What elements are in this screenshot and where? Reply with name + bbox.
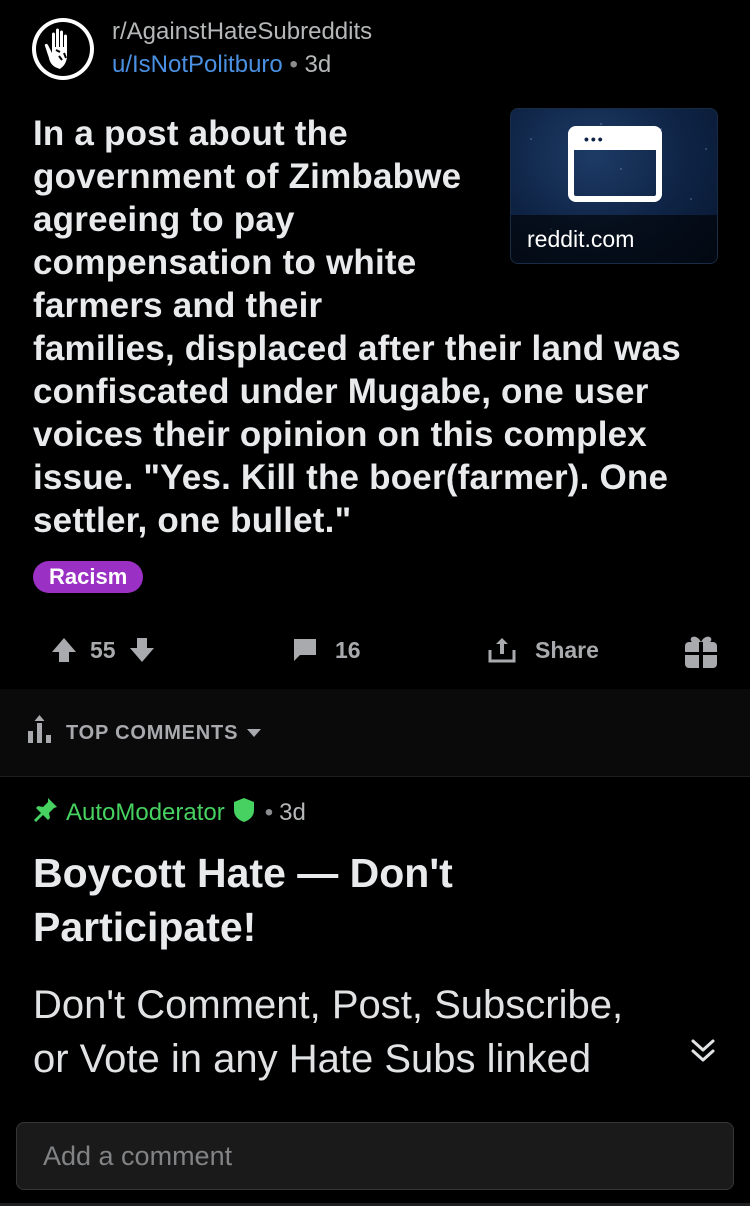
subreddit-name-link[interactable]: r/AgainstHateSubreddits — [112, 18, 372, 46]
post-age: 3d — [304, 51, 332, 78]
comment-heading-line: Participate! — [33, 904, 257, 950]
link-domain: reddit.com — [511, 215, 717, 263]
post-title-line: confiscated under Mugabe, one user — [33, 372, 649, 411]
comment-age: 3d — [279, 799, 306, 826]
post-title-line: farmers and their — [33, 286, 323, 325]
share-icon — [487, 635, 517, 665]
chevron-down-icon — [246, 722, 262, 745]
moderator-shield-icon — [233, 797, 255, 830]
comment-meta: AutoModerator • 3d — [32, 797, 306, 830]
comments-button[interactable]: 16 — [291, 624, 361, 676]
link-preview-thumbnail[interactable]: ••• reddit.com — [510, 108, 718, 264]
post-action-bar: 55 16 Share — [0, 624, 750, 676]
browser-window-icon: ••• — [568, 126, 662, 202]
post-card: r/AgainstHateSubreddits u/IsNotPolitburo… — [0, 0, 750, 688]
post-title-line: issue. "Yes. Kill the boer(farmer). One — [33, 458, 669, 497]
comment-body-line: Don't Comment, Post, Subscribe, — [33, 983, 624, 1027]
comment-count: 16 — [335, 636, 361, 663]
award-button[interactable] — [683, 624, 719, 676]
post-title-line: settler, one bullet." — [33, 501, 352, 540]
comment-sort-bar[interactable]: TOP COMMENTS — [0, 689, 750, 777]
comment-heading: Boycott Hate — Don't Participate! — [33, 846, 673, 954]
comment-input[interactable] — [17, 1123, 733, 1189]
meta-separator: • — [264, 799, 274, 826]
subreddit-avatar-icon[interactable] — [32, 18, 94, 80]
pinned-icon — [32, 797, 58, 830]
expand-comment-icon[interactable] — [688, 1036, 718, 1066]
post-title-line: families, displaced after their land was — [33, 329, 681, 368]
comment-heading-line: Boycott Hate — Don't — [33, 850, 453, 896]
comment-item: AutoModerator • 3d Boycott Hate — Don't … — [0, 778, 750, 1098]
post-header: r/AgainstHateSubreddits u/IsNotPolitburo… — [32, 18, 532, 80]
post-meta: u/IsNotPolitburo • 3d — [112, 51, 331, 79]
comment-body: Don't Comment, Post, Subscribe, or Vote … — [33, 978, 683, 1086]
upvote-icon[interactable] — [50, 636, 78, 664]
add-comment-field[interactable] — [16, 1122, 734, 1190]
share-button[interactable]: Share — [487, 624, 599, 676]
gift-icon — [683, 630, 719, 670]
sort-label: TOP COMMENTS — [66, 721, 239, 744]
post-flair-badge[interactable]: Racism — [33, 561, 144, 593]
comment-author-link[interactable]: AutoModerator — [66, 799, 225, 827]
post-title-line: voices their opinion on this complex — [33, 415, 647, 454]
sort-selector[interactable]: TOP COMMENTS — [26, 715, 262, 751]
vote-controls: 55 — [50, 624, 156, 676]
comment-bubble-icon — [291, 636, 319, 664]
score-count: 55 — [90, 636, 116, 663]
comment-body-line: or Vote in any Hate Subs linked — [33, 1037, 592, 1081]
post-author-link[interactable]: u/IsNotPolitburo — [112, 51, 283, 78]
downvote-icon[interactable] — [128, 636, 156, 664]
share-label: Share — [535, 636, 599, 663]
sort-rocket-icon — [26, 715, 54, 751]
meta-separator: • — [289, 51, 298, 78]
